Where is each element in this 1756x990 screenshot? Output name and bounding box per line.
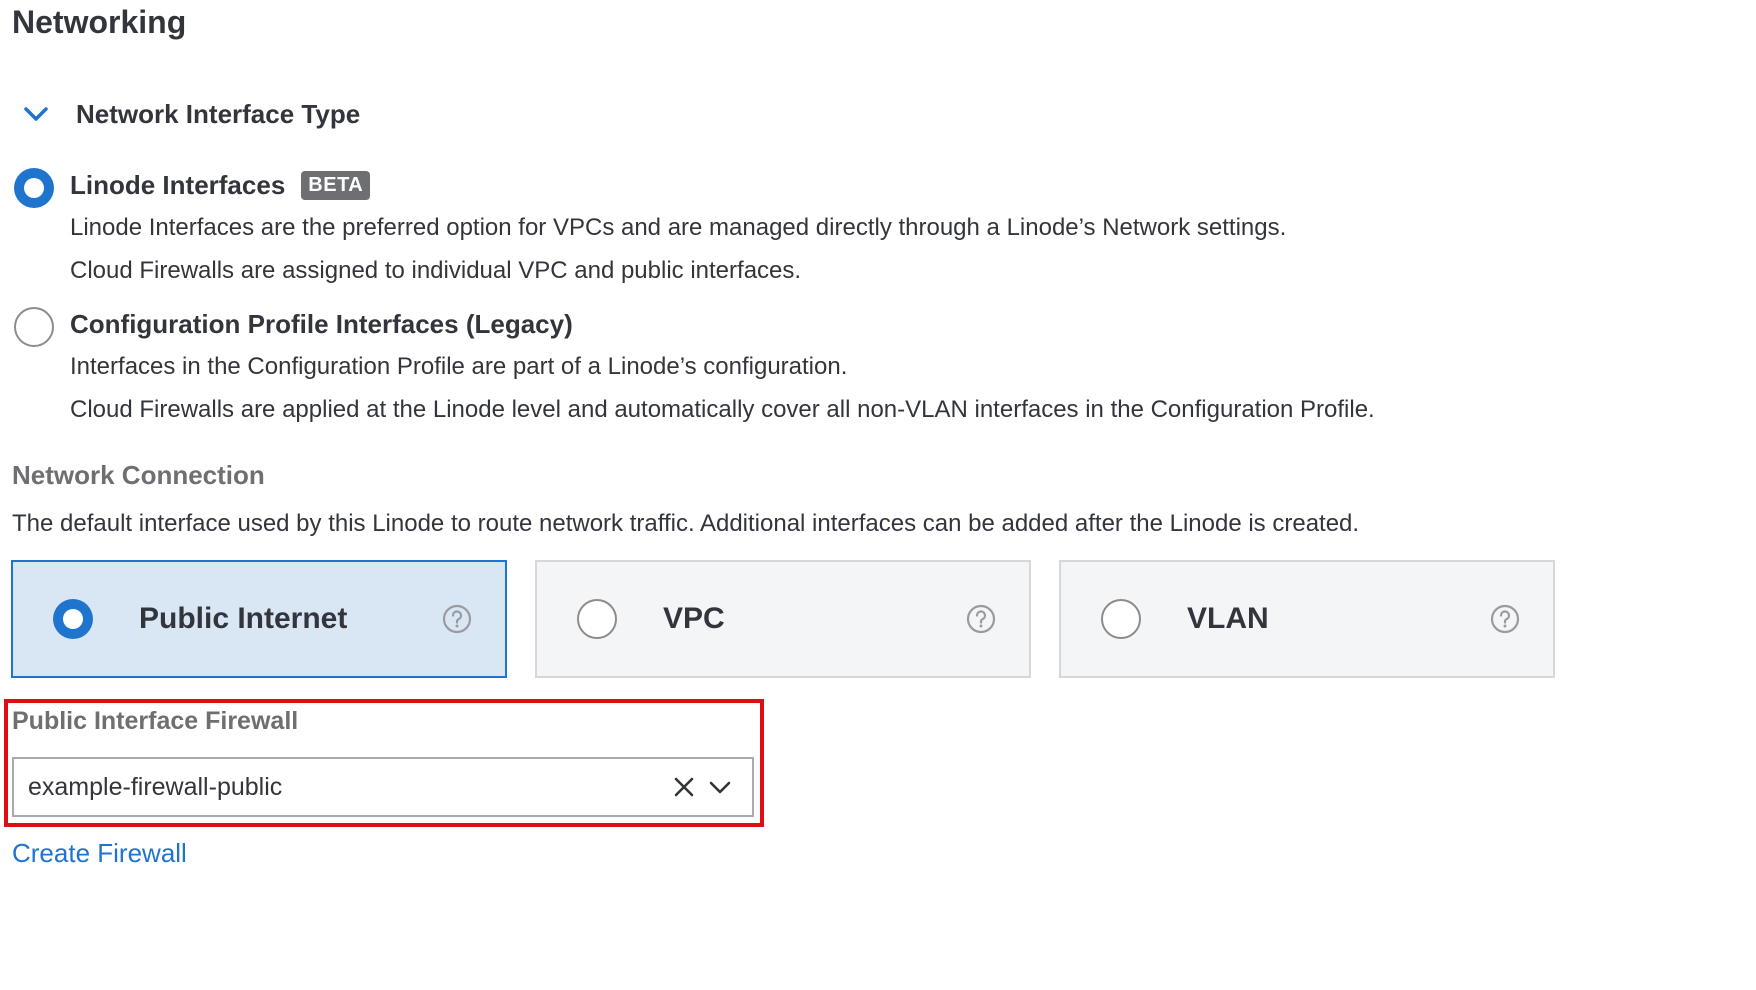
radio-public-internet[interactable] [53,599,93,639]
page-title: Networking [12,4,187,40]
option-description-line: Cloud Firewalls are applied at the Linod… [70,396,1375,423]
radio-vpc[interactable] [577,599,617,639]
option-description-line: Cloud Firewalls are assigned to individu… [70,257,802,284]
firewall-select[interactable]: example-firewall-public [12,757,754,817]
help-icon[interactable] [965,603,997,635]
chevron-down-icon[interactable] [704,771,736,803]
card-vpc[interactable]: VPC [535,560,1031,678]
beta-badge: BETA [301,171,371,200]
help-icon[interactable] [1489,603,1521,635]
create-firewall-link[interactable]: Create Firewall [12,838,187,869]
option-title-config-profile: Configuration Profile Interfaces (Legacy… [70,309,573,339]
help-icon[interactable] [441,603,473,635]
radio-vlan[interactable] [1101,599,1141,639]
radio-linode-interfaces[interactable] [14,168,54,208]
option-description-line: Interfaces in the Configuration Profile … [70,353,848,380]
clear-icon[interactable] [668,771,700,803]
option-title-linode-interfaces: Linode Interfaces BETA [70,170,371,201]
card-vlan[interactable]: VLAN [1059,560,1555,678]
network-connection-heading: Network Connection [12,460,265,490]
network-interface-type-toggle[interactable]: Network Interface Type [20,94,360,134]
firewall-field-label: Public Interface Firewall [12,707,299,735]
chevron-down-icon [24,107,48,121]
option-description-line: Linode Interfaces are the preferred opti… [70,214,1287,241]
card-label: VPC [663,602,725,635]
network-connection-description: The default interface used by this Linod… [12,510,1360,537]
section-label: Network Interface Type [76,98,361,129]
card-label: VLAN [1187,602,1269,635]
radio-configuration-profile-interfaces[interactable] [14,307,54,347]
firewall-select-value: example-firewall-public [28,772,283,801]
card-public-internet[interactable]: Public Internet [11,560,507,678]
card-label: Public Internet [139,602,348,635]
